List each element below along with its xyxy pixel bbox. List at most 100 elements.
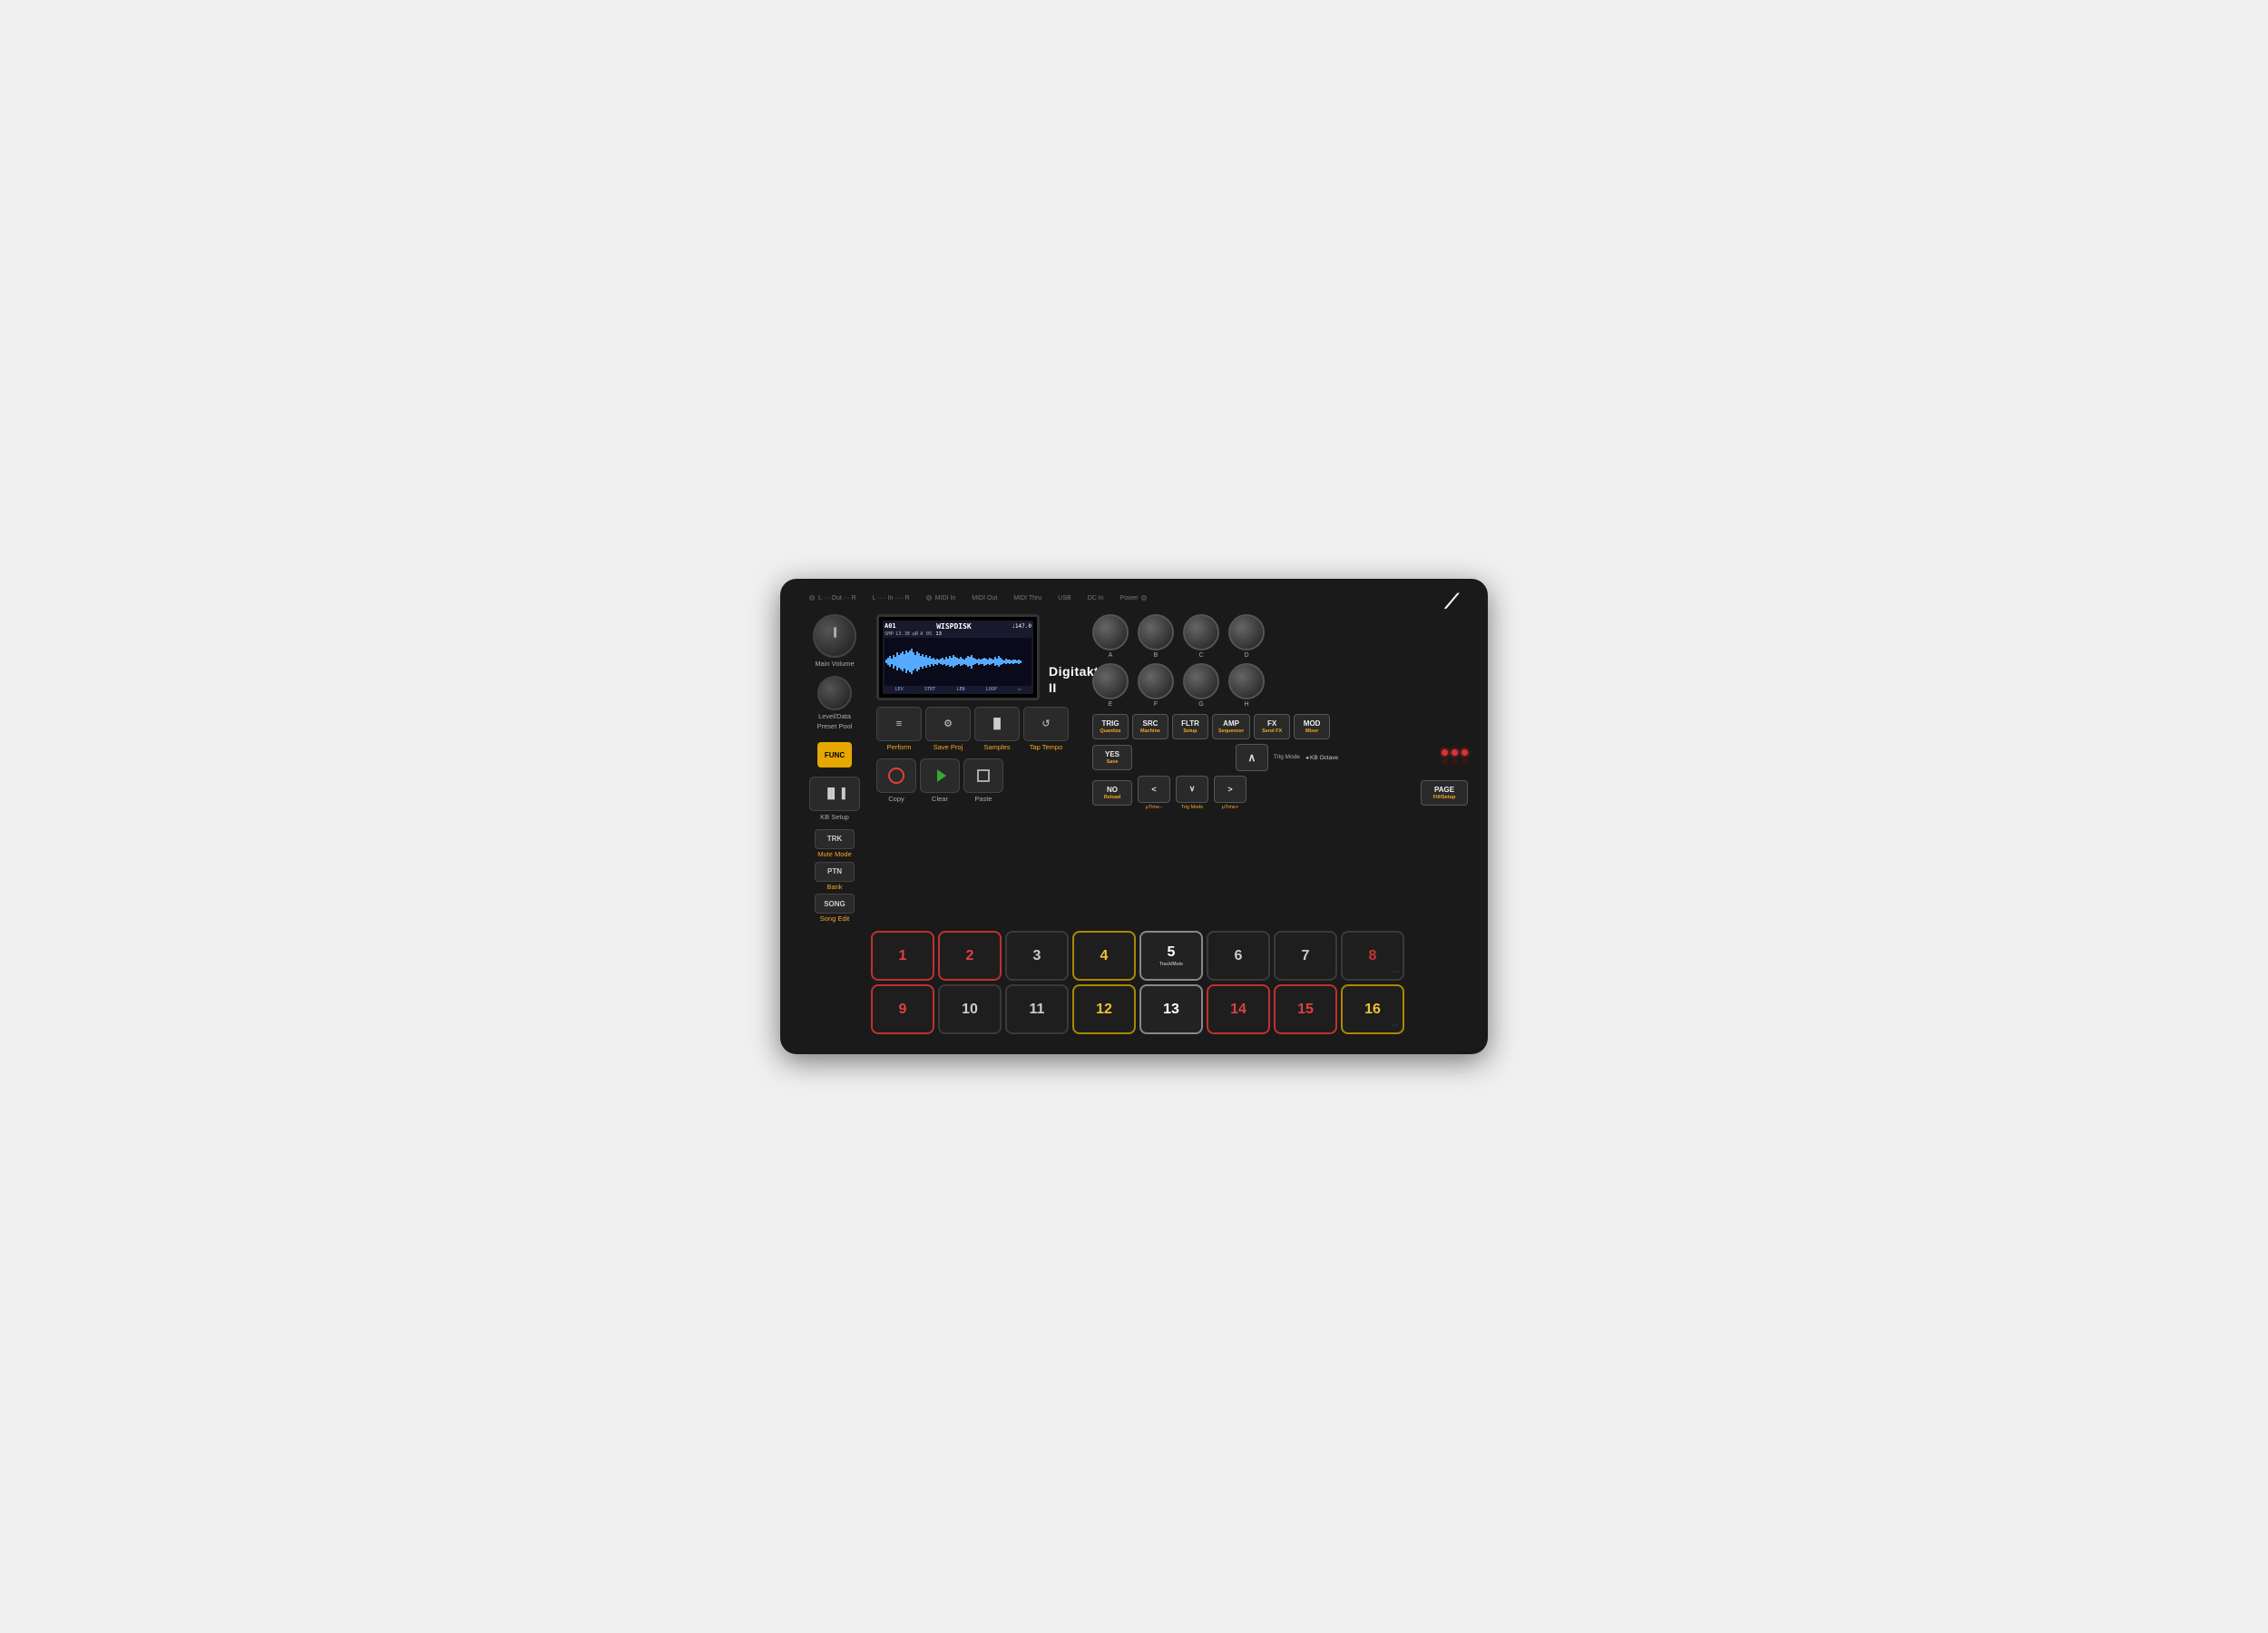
knob-c[interactable] [1183,614,1219,650]
kb-octave-label: Trig Mode [1274,754,1300,760]
screen-len-label: LEN [956,687,964,692]
mod-button[interactable]: MOD Mixer [1294,714,1330,739]
main-volume-knob[interactable] [813,614,856,658]
knob-g[interactable] [1183,663,1219,699]
dcin-group: DC In [1088,595,1104,601]
mute-mode-label: Mute Mode [817,850,852,859]
pad-8[interactable]: 8 ····· [1341,931,1404,981]
tap-tempo-button[interactable]: ↺ [1023,707,1069,741]
fltr-button[interactable]: FLTR Setup [1172,714,1208,739]
src-button[interactable]: SRC Machine [1132,714,1168,739]
pad-10[interactable]: 10 [938,984,1002,1034]
trig-button[interactable]: TRIG Quantize [1092,714,1129,739]
no-button[interactable]: NO Reload [1092,780,1132,806]
page-sub: Fill/Setup [1433,795,1456,800]
screen-waveform [885,638,1031,686]
pad-1[interactable]: 1 [871,931,934,981]
headphone-jack [809,595,815,601]
screen-row3: 13 [935,631,942,637]
knob-e[interactable] [1092,663,1129,699]
copy-label: Copy [888,795,904,804]
copy-button[interactable] [876,758,916,793]
trig-col: TRIG Quantize [1092,714,1129,739]
func-button[interactable]: FUNC [817,742,852,768]
amp-sub: Sequencer [1218,728,1244,734]
knob-d-label: D [1244,652,1248,659]
utime-minus-button[interactable]: < [1138,776,1170,803]
yes-button[interactable]: YES Save [1092,745,1132,770]
utime-plus-button[interactable]: > [1214,776,1246,803]
left-spacer [800,931,871,1034]
trk-col: TRK Mute Mode [815,829,855,859]
midiin-jack [926,595,932,601]
knob-e-label: E [1109,701,1113,708]
amp-button[interactable]: AMP Sequencer [1212,714,1250,739]
pad-4[interactable]: 4 [1072,931,1136,981]
save-proj-button[interactable]: ⚙ [925,707,971,741]
tap-tempo-label: Tap Tempo [1030,743,1063,752]
pad-7[interactable]: 7 [1274,931,1337,981]
power-group: Power [1120,595,1148,601]
samples-col: ▐▌ Samples [974,707,1020,752]
paste-button[interactable] [963,758,1003,793]
amp-col: AMP Sequencer [1212,714,1250,739]
perform-icon: ≡ [896,719,902,729]
leds-area [1442,749,1468,765]
yes-sub: Save [1107,759,1119,765]
level-data-knob[interactable] [817,676,852,710]
knob-h[interactable] [1228,663,1265,699]
utime-plus-col: > µTime+ [1214,776,1246,810]
pad-16[interactable]: 16 ····· [1341,984,1404,1034]
pad-5-number: 5 [1168,945,1176,960]
save-proj-icon: ⚙ [943,718,953,729]
screen-val1: 13.3E [895,631,911,637]
headphone-group: L ··· Out ··· R [809,595,856,601]
knob-b[interactable] [1138,614,1174,650]
pad-12[interactable]: 12 [1072,984,1136,1034]
fx-button[interactable]: FX Send FX [1254,714,1290,739]
pad-row-1: 1 2 3 4 5 Track/Mute 6 [871,931,1468,981]
screen-brand-area: A01 WISPDISK ♩147.0 SMP 13.3E ◎R A 05 13 [876,614,1085,700]
clear-button[interactable] [920,758,960,793]
perform-label: Perform [887,743,912,752]
pad-15[interactable]: 15 [1274,984,1337,1034]
pad-9[interactable]: 9 [871,984,934,1034]
preset-pool-label: Preset Pool [817,722,853,731]
pad-5[interactable]: 5 Track/Mute [1139,931,1203,981]
knob-f[interactable] [1138,663,1174,699]
page-button[interactable]: PAGE Fill/Setup [1421,780,1468,806]
no-col: NO Reload [1092,780,1132,806]
knob-a[interactable] [1092,614,1129,650]
perform-button[interactable]: ≡ [876,707,922,741]
mod-col: MOD Mixer [1294,714,1330,739]
samples-button[interactable]: ▐▌ [974,707,1020,741]
knob-g-col: G [1183,663,1219,708]
level-data-label: Level/Data [818,712,851,721]
paste-label: Paste [974,795,992,804]
screen-val3: A 05 [920,631,932,637]
dcin-label: DC In [1088,595,1104,601]
knob-f-col: F [1138,663,1174,708]
tap-tempo-col: ↺ Tap Tempo [1023,707,1069,752]
pad-13[interactable]: 13 [1139,984,1203,1034]
pads-area: 1 2 3 4 5 Track/Mute 6 [871,931,1468,1034]
samples-label: Samples [983,743,1010,752]
trig-down-button[interactable]: ∨ [1176,776,1208,803]
pad-14[interactable]: 14 [1207,984,1270,1034]
clear-icon [937,769,946,782]
knob-d[interactable] [1228,614,1265,650]
trk-button[interactable]: TRK [815,829,855,849]
midiout-group: MIDI Out [972,595,997,601]
kb-setup-button[interactable]: ▐▌▐ [809,777,860,811]
screen-bpm: ♩147.0 [1012,623,1031,630]
pad-6[interactable]: 6 [1207,931,1270,981]
knob-row-1: A B C D [1092,614,1468,659]
trig-up-button[interactable]: ∧ [1236,744,1268,771]
ptn-button[interactable]: PTN [815,862,855,882]
knob-e-col: E [1092,663,1129,708]
song-button[interactable]: SONG [815,894,855,914]
tap-tempo-icon: ↺ [1041,718,1050,729]
pad-11[interactable]: 11 [1005,984,1069,1034]
pad-2[interactable]: 2 [938,931,1002,981]
pad-3[interactable]: 3 [1005,931,1069,981]
